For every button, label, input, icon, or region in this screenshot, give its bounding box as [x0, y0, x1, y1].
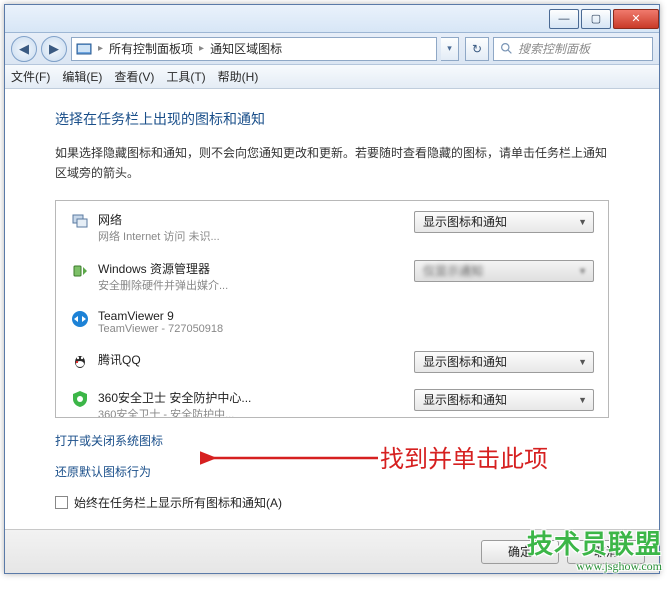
chevron-right-icon: ▸ [98, 43, 103, 54]
chevron-right-icon: ▸ [199, 43, 204, 54]
list-item: TeamViewer 9 TeamViewer - 727050918 [70, 309, 594, 335]
always-show-checkbox-row[interactable]: 始终在任务栏上显示所有图标和通知(A) [55, 494, 609, 511]
search-input[interactable]: 搜索控制面板 [493, 37, 653, 61]
page-description: 如果选择隐藏图标和通知，则不会向您通知更改和更新。若要随时查看隐藏的图标，请单击… [55, 143, 609, 184]
close-button[interactable]: ✕ [613, 9, 659, 29]
page-title: 选择在任务栏上出现的图标和通知 [55, 109, 609, 129]
menu-edit[interactable]: 编辑(E) [62, 68, 102, 85]
titlebar: — ▢ ✕ [5, 5, 659, 33]
breadcrumb[interactable]: ▸ 所有控制面板项 ▸ 通知区域图标 [71, 37, 437, 61]
item-subtitle: TeamViewer - 727050918 [98, 323, 258, 335]
menu-bar: 文件(F) 编辑(E) 查看(V) 工具(T) 帮助(H) [5, 65, 659, 89]
item-name: 腾讯QQ [98, 351, 414, 368]
control-panel-icon [76, 41, 92, 57]
behavior-select[interactable]: 显示图标和通知 [414, 211, 594, 233]
qq-icon [70, 351, 90, 371]
search-placeholder: 搜索控制面板 [518, 40, 590, 57]
breadcrumb-seg-all[interactable]: 所有控制面板项 [109, 40, 193, 57]
menu-view[interactable]: 查看(V) [114, 68, 154, 85]
content-area: 选择在任务栏上出现的图标和通知 如果选择隐藏图标和通知，则不会向您通知更改和更新… [5, 89, 659, 529]
notification-items-list: 网络 网络 Internet 访问 未识... 显示图标和通知 Windows … [55, 200, 609, 418]
refresh-button[interactable]: ↻ [465, 37, 489, 61]
menu-tools[interactable]: 工具(T) [166, 68, 205, 85]
breadcrumb-seg-current[interactable]: 通知区域图标 [210, 40, 282, 57]
maximize-button[interactable]: ▢ [581, 9, 611, 29]
item-name: Windows 资源管理器 [98, 260, 414, 277]
list-item: 360安全卫士 安全防护中心... 360安全卫士 - 安全防护中... 显示图… [70, 389, 594, 418]
checkbox[interactable] [55, 496, 68, 509]
back-button[interactable]: ◀ [11, 36, 37, 62]
list-item: 网络 网络 Internet 访问 未识... 显示图标和通知 [70, 211, 594, 244]
behavior-select[interactable]: 仅显示通知 [414, 260, 594, 282]
minimize-button[interactable]: — [549, 9, 579, 29]
behavior-select[interactable]: 显示图标和通知 [414, 389, 594, 411]
behavior-select[interactable]: 显示图标和通知 [414, 351, 594, 373]
window-controls: — ▢ ✕ [547, 9, 659, 29]
menu-file[interactable]: 文件(F) [11, 68, 50, 85]
list-item: Windows 资源管理器 安全删除硬件并弹出媒介... 仅显示通知 [70, 260, 594, 293]
list-item: 腾讯QQ 显示图标和通知 [70, 351, 594, 373]
control-panel-window: — ▢ ✕ ◀ ▶ ▸ 所有控制面板项 ▸ 通知区域图标 ▾ ↻ 搜索控制面板 … [4, 4, 660, 574]
360-safe-icon [70, 389, 90, 409]
checkbox-label: 始终在任务栏上显示所有图标和通知(A) [74, 494, 282, 511]
watermark: 技术员联盟 www.jsghow.com [527, 531, 662, 573]
address-bar: ◀ ▶ ▸ 所有控制面板项 ▸ 通知区域图标 ▾ ↻ 搜索控制面板 [5, 33, 659, 65]
network-icon [70, 211, 90, 231]
teamviewer-icon [70, 309, 90, 329]
search-icon [500, 42, 513, 55]
annotation-text: 找到并单击此项 [380, 439, 548, 474]
watermark-main: 技术员联盟 [527, 530, 662, 559]
item-name: TeamViewer 9 [98, 309, 594, 323]
item-name: 网络 [98, 211, 414, 228]
item-subtitle: 360安全卫士 - 安全防护中... [98, 406, 258, 418]
address-dropdown[interactable]: ▾ [441, 37, 459, 61]
forward-button[interactable]: ▶ [41, 36, 67, 62]
menu-help[interactable]: 帮助(H) [218, 68, 259, 85]
explorer-icon [70, 260, 90, 280]
item-subtitle: 安全删除硬件并弹出媒介... [98, 277, 258, 293]
watermark-url: www.jsghow.com [527, 560, 662, 573]
item-name: 360安全卫士 安全防护中心... [98, 389, 414, 406]
item-subtitle: 网络 Internet 访问 未识... [98, 228, 258, 244]
